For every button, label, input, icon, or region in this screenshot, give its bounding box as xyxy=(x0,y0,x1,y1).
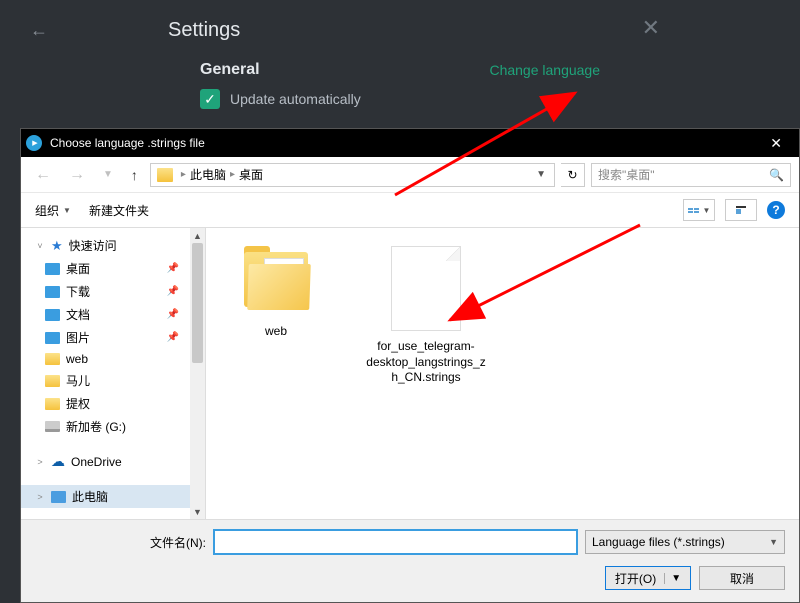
view-details-button[interactable] xyxy=(725,199,757,221)
file-icon xyxy=(391,246,461,331)
organize-menu[interactable]: 组织 ▼ xyxy=(35,202,71,219)
address-dropdown[interactable]: ▼ xyxy=(530,169,552,180)
close-settings-icon[interactable]: ✕ xyxy=(642,15,660,41)
general-heading: General xyxy=(200,61,260,79)
scroll-down-arrow[interactable]: ▼ xyxy=(190,504,205,519)
pin-icon: 📌 xyxy=(167,309,179,320)
file-item-folder[interactable]: web xyxy=(216,246,336,340)
scroll-up-arrow[interactable]: ▲ xyxy=(190,228,205,243)
nav-forward-button: → xyxy=(63,164,91,186)
sidebar-horse[interactable]: 马儿 xyxy=(21,369,205,392)
folder-icon xyxy=(236,246,316,316)
dialog-title: Choose language .strings file xyxy=(50,136,205,150)
file-name: for_use_telegram-desktop_langstrings_zh_… xyxy=(366,339,486,386)
breadcrumb-folder[interactable]: 桌面 xyxy=(239,166,263,183)
refresh-button[interactable]: ↻ xyxy=(561,163,585,187)
toolbar: 组织 ▼ 新建文件夹 ▼ ? xyxy=(21,193,799,227)
help-button[interactable]: ? xyxy=(767,201,785,219)
sidebar-quick-access[interactable]: ˅ ★ 快速访问 xyxy=(21,234,205,257)
chevron-down-icon: ▼ xyxy=(703,206,711,215)
scroll-thumb[interactable] xyxy=(192,243,203,363)
chevron-right-icon: ▸ xyxy=(230,169,235,180)
sidebar-documents[interactable]: 文档 📌 xyxy=(21,303,205,326)
settings-panel: ← Settings ✕ General Change language ✓ U… xyxy=(0,0,800,130)
view-large-button[interactable]: ▼ xyxy=(683,199,715,221)
sidebar-desktop[interactable]: 桌面 📌 xyxy=(21,257,205,280)
telegram-icon xyxy=(26,135,42,151)
filename-label: 文件名(N): xyxy=(150,534,206,551)
filetype-select[interactable]: Language files (*.strings) ▼ xyxy=(585,530,785,554)
folder-icon xyxy=(45,375,60,387)
file-open-dialog: Choose language .strings file ✕ ← → ▼ ↑ … xyxy=(20,128,800,603)
nav-bar: ← → ▼ ↑ ▸ 此电脑 ▸ 桌面 ▼ ↻ 搜索"桌面" 🔍 xyxy=(21,157,799,193)
file-name: web xyxy=(216,324,336,340)
dialog-bottom: 文件名(N): Language files (*.strings) ▼ 打开(… xyxy=(21,519,799,602)
chevron-down-icon: ▼ xyxy=(664,573,681,584)
chevron-right-icon: ˃ xyxy=(35,457,45,467)
search-icon: 🔍 xyxy=(769,168,784,182)
filename-input[interactable] xyxy=(214,530,577,554)
dialog-close-button[interactable]: ✕ xyxy=(758,135,794,152)
folder-icon xyxy=(45,398,60,410)
sidebar-onedrive[interactable]: ˃ ☁ OneDrive xyxy=(21,450,205,473)
cloud-icon: ☁ xyxy=(51,453,65,470)
picture-icon xyxy=(45,332,60,344)
nav-back-button[interactable]: ← xyxy=(29,164,57,186)
pc-icon xyxy=(51,491,66,503)
dialog-titlebar: Choose language .strings file ✕ xyxy=(21,129,799,157)
breadcrumb-root[interactable]: 此电脑 xyxy=(190,166,226,183)
settings-title: Settings xyxy=(168,19,240,42)
sidebar-scrollbar[interactable]: ▲ ▼ xyxy=(190,228,205,519)
new-folder-button[interactable]: 新建文件夹 xyxy=(89,202,149,219)
star-icon: ★ xyxy=(51,238,63,254)
sidebar-this-pc[interactable]: ˃ 此电脑 xyxy=(21,485,205,508)
search-input[interactable]: 搜索"桌面" 🔍 xyxy=(591,163,791,187)
files-area[interactable]: web for_use_telegram-desktop_langstrings… xyxy=(206,228,799,519)
pin-icon: 📌 xyxy=(167,286,179,297)
drive-icon xyxy=(45,421,60,432)
chevron-down-icon: ▼ xyxy=(63,206,71,215)
sidebar: ˅ ★ 快速访问 桌面 📌 下载 📌 文档 📌 xyxy=(21,228,206,519)
document-icon xyxy=(45,309,60,321)
search-placeholder: 搜索"桌面" xyxy=(598,166,655,183)
nav-up-button[interactable]: ↑ xyxy=(125,165,144,185)
chevron-right-icon: ˃ xyxy=(35,492,45,502)
cancel-button[interactable]: 取消 xyxy=(699,566,785,590)
address-bar[interactable]: ▸ 此电脑 ▸ 桌面 ▼ xyxy=(150,163,555,187)
chevron-right-icon: ▸ xyxy=(181,169,186,180)
sidebar-downloads[interactable]: 下载 📌 xyxy=(21,280,205,303)
pin-icon: 📌 xyxy=(167,332,179,343)
pin-icon: 📌 xyxy=(167,263,179,274)
open-button[interactable]: 打开(O) ▼ xyxy=(605,566,691,590)
sidebar-pictures[interactable]: 图片 📌 xyxy=(21,326,205,349)
change-language-link[interactable]: Change language xyxy=(489,62,600,78)
file-item-strings[interactable]: for_use_telegram-desktop_langstrings_zh_… xyxy=(366,246,486,386)
chevron-down-icon: ˅ xyxy=(35,241,45,251)
update-auto-label: Update automatically xyxy=(230,91,361,107)
nav-recent-dropdown[interactable]: ▼ xyxy=(97,167,119,182)
folder-icon xyxy=(45,353,60,365)
back-button[interactable]: ← xyxy=(20,15,58,46)
desktop-icon xyxy=(45,263,60,275)
sidebar-rights[interactable]: 提权 xyxy=(21,392,205,415)
update-auto-checkbox[interactable]: ✓ xyxy=(200,89,220,109)
folder-icon xyxy=(157,168,173,182)
sidebar-web[interactable]: web xyxy=(21,349,205,369)
download-icon xyxy=(45,286,60,298)
chevron-down-icon: ▼ xyxy=(769,537,778,547)
sidebar-new-volume[interactable]: 新加卷 (G:) xyxy=(21,415,205,438)
